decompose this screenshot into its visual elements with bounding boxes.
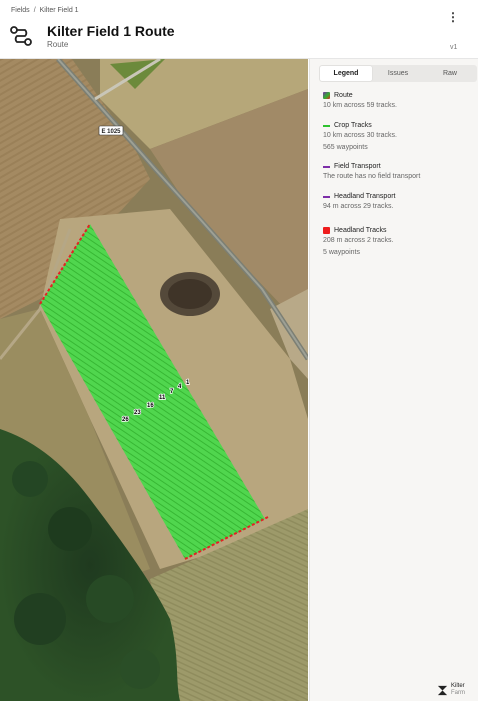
map-canvas[interactable]: E 1025 1 4 7 11 16 23 26 <box>0 59 308 701</box>
svg-text:E 1025: E 1025 <box>101 129 121 135</box>
version-label: v1 <box>450 44 458 51</box>
legend-item-field-transport: Field Transport The route has no field t… <box>323 163 473 182</box>
page-subtitle: Route <box>47 40 69 49</box>
track-label: 16 <box>147 403 154 409</box>
legend-detail: The route has no field transport <box>323 173 421 180</box>
legend-item-headland-tracks: Headland Tracks 208 m across 2 tracks. 5… <box>323 227 473 258</box>
legend-detail: 10 km across 59 tracks. <box>323 102 397 109</box>
track-label: 26 <box>122 417 129 423</box>
headland-transport-swatch <box>323 195 330 198</box>
track-label: 23 <box>134 410 141 416</box>
legend-item-crop-tracks: Crop Tracks 10 km across 30 tracks. 565 … <box>323 122 473 153</box>
tab-legend[interactable]: Legend <box>320 66 372 81</box>
legend-label: Field Transport <box>334 163 381 170</box>
brand-sub: Farm <box>451 690 465 696</box>
legend-item-route: Route 10 km across 59 tracks. <box>323 92 473 111</box>
crop-tracks-swatch <box>323 124 330 127</box>
kebab-menu-icon[interactable]: ⋮ <box>447 10 459 24</box>
breadcrumb-kilter-field-1[interactable]: Kilter Field 1 <box>40 7 79 14</box>
field-transport-swatch <box>323 165 330 168</box>
page-header: Fields / Kilter Field 1 Kilter Field 1 R… <box>0 0 478 59</box>
brand-name: Kilter <box>451 683 465 689</box>
legend-detail: 208 m across 2 tracks. <box>323 237 394 244</box>
breadcrumb-fields[interactable]: Fields <box>11 7 30 14</box>
breadcrumb: Fields / Kilter Field 1 <box>11 7 79 14</box>
legend-label: Headland Transport <box>334 193 396 200</box>
legend-detail: 10 km across 30 tracks. <box>323 132 397 139</box>
tab-raw[interactable]: Raw <box>424 66 476 81</box>
legend-label: Route <box>334 92 353 99</box>
legend-detail: 5 waypoints <box>323 249 360 256</box>
side-panel: Legend Issues Raw Route 10 km across 59 … <box>309 59 478 701</box>
page-title: Kilter Field 1 Route <box>47 23 175 39</box>
legend-item-headland-transport: Headland Transport 94 m across 29 tracks… <box>323 193 473 212</box>
legend-detail: 94 m across 29 tracks. <box>323 203 394 210</box>
brand-logo: Kilter Farm <box>437 683 465 697</box>
legend-label: Crop Tracks <box>334 122 372 129</box>
breadcrumb-separator: / <box>33 7 36 14</box>
kilter-logo-icon <box>437 685 448 695</box>
road-label: E 1025 <box>98 125 124 136</box>
route-icon <box>10 26 32 46</box>
legend-detail: 565 waypoints <box>323 144 368 151</box>
panel-tabs: Legend Issues Raw <box>319 65 477 82</box>
route-swatch <box>323 92 330 99</box>
map-view[interactable]: E 1025 1 4 7 11 16 23 26 <box>0 59 308 701</box>
legend-label: Headland Tracks <box>334 227 387 234</box>
headland-tracks-swatch <box>323 227 330 234</box>
track-label: 11 <box>159 395 166 401</box>
tab-issues[interactable]: Issues <box>372 66 424 81</box>
